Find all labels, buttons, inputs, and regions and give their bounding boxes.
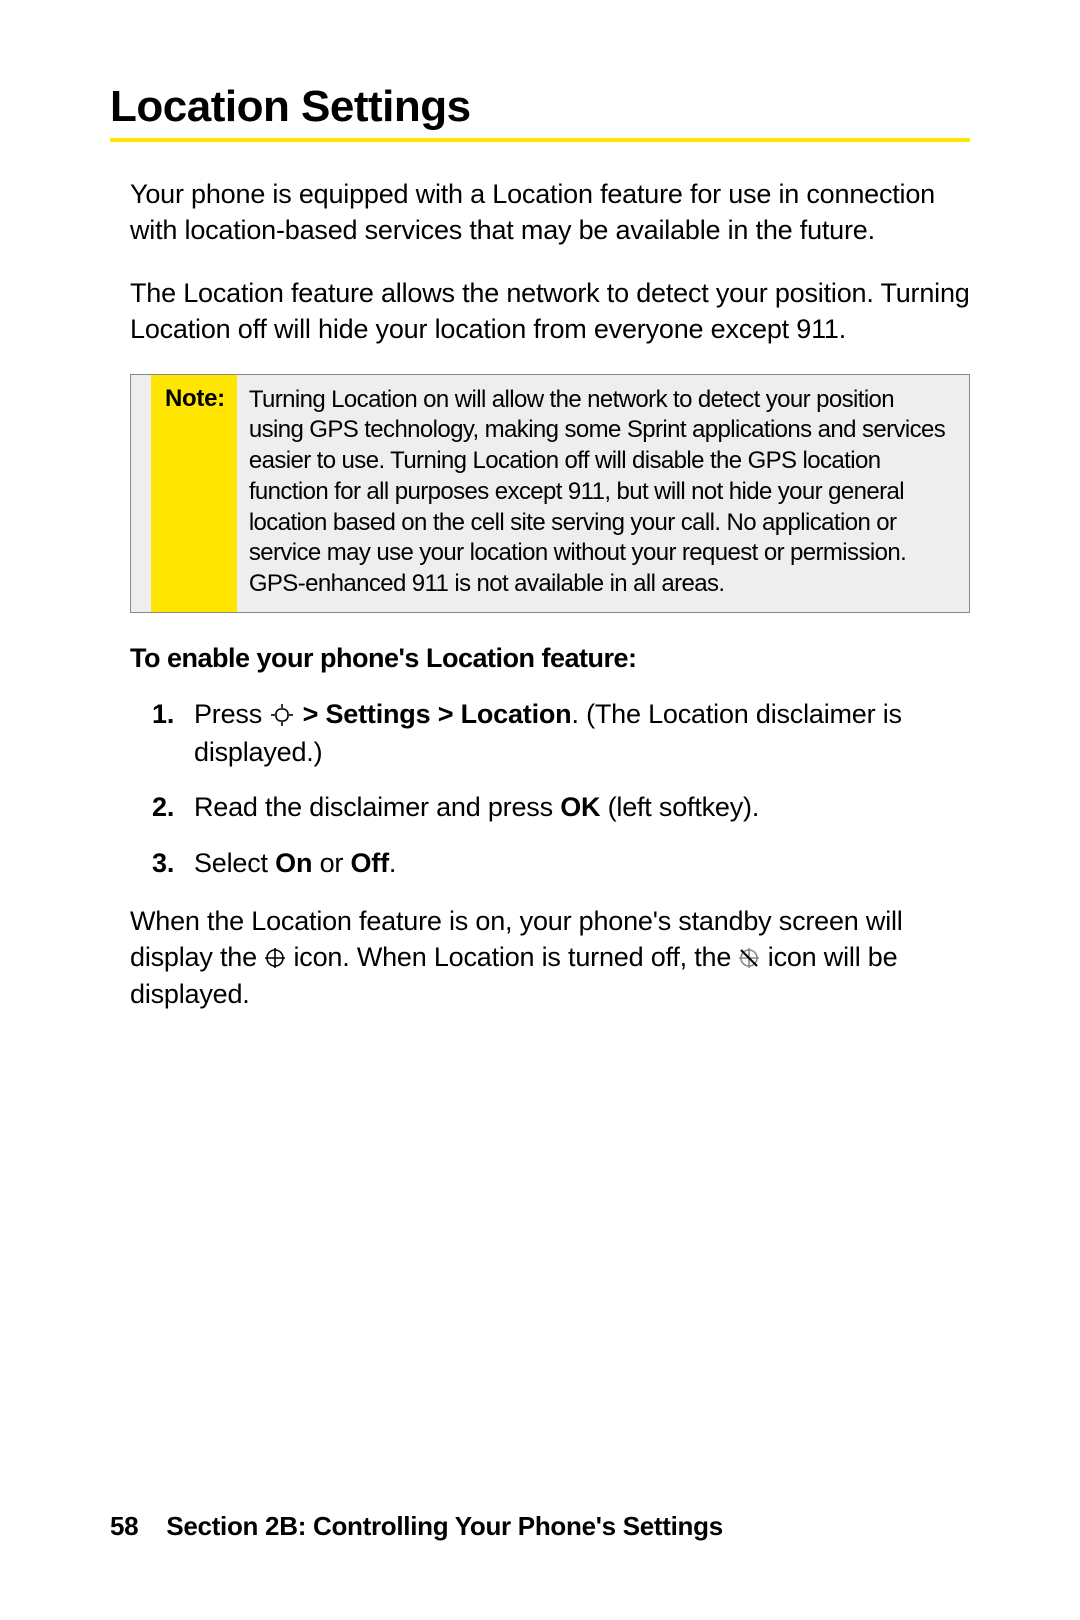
closing-text: icon. When Location is turned off, the	[286, 942, 738, 972]
step-number: 2.	[152, 789, 194, 827]
intro-paragraph-2: The Location feature allows the network …	[110, 275, 970, 348]
note-text: Turning Location on will allow the netwo…	[237, 375, 969, 612]
intro-paragraph-1: Your phone is equipped with a Location f…	[110, 176, 970, 249]
steps-list: 1. Press > Settings > Location. (The Loc…	[110, 696, 970, 883]
step-bold: On	[275, 848, 312, 878]
step-number: 3.	[152, 845, 194, 883]
step-bold: Off	[350, 848, 388, 878]
step-1: 1. Press > Settings > Location. (The Loc…	[152, 696, 970, 772]
step-text: Select	[194, 848, 275, 878]
page-number: 58	[110, 1511, 138, 1541]
step-text: or	[312, 848, 350, 878]
step-3: 3. Select On or Off.	[152, 845, 970, 883]
procedure-heading: To enable your phone's Location feature:	[110, 643, 970, 674]
step-text: .	[389, 848, 396, 878]
step-number: 1.	[152, 696, 194, 772]
location-off-icon	[738, 947, 760, 969]
step-bold: OK	[560, 792, 600, 822]
step-text: Read the disclaimer and press	[194, 792, 560, 822]
note-box: Note: Turning Location on will allow the…	[130, 374, 970, 613]
section-title: Section 2B: Controlling Your Phone's Set…	[166, 1511, 723, 1541]
location-on-icon	[264, 947, 286, 969]
step-text: (left softkey).	[600, 792, 759, 822]
step-2: 2. Read the disclaimer and press OK (lef…	[152, 789, 970, 827]
page-title: Location Settings	[110, 82, 970, 132]
closing-paragraph: When the Location feature is on, your ph…	[110, 903, 970, 1012]
step-bold: > Settings > Location	[295, 699, 571, 729]
note-label: Note:	[151, 375, 237, 612]
page-footer: 58 Section 2B: Controlling Your Phone's S…	[110, 1511, 723, 1542]
step-text: Press	[194, 699, 269, 729]
nav-key-icon	[269, 704, 295, 726]
title-rule	[110, 138, 970, 142]
